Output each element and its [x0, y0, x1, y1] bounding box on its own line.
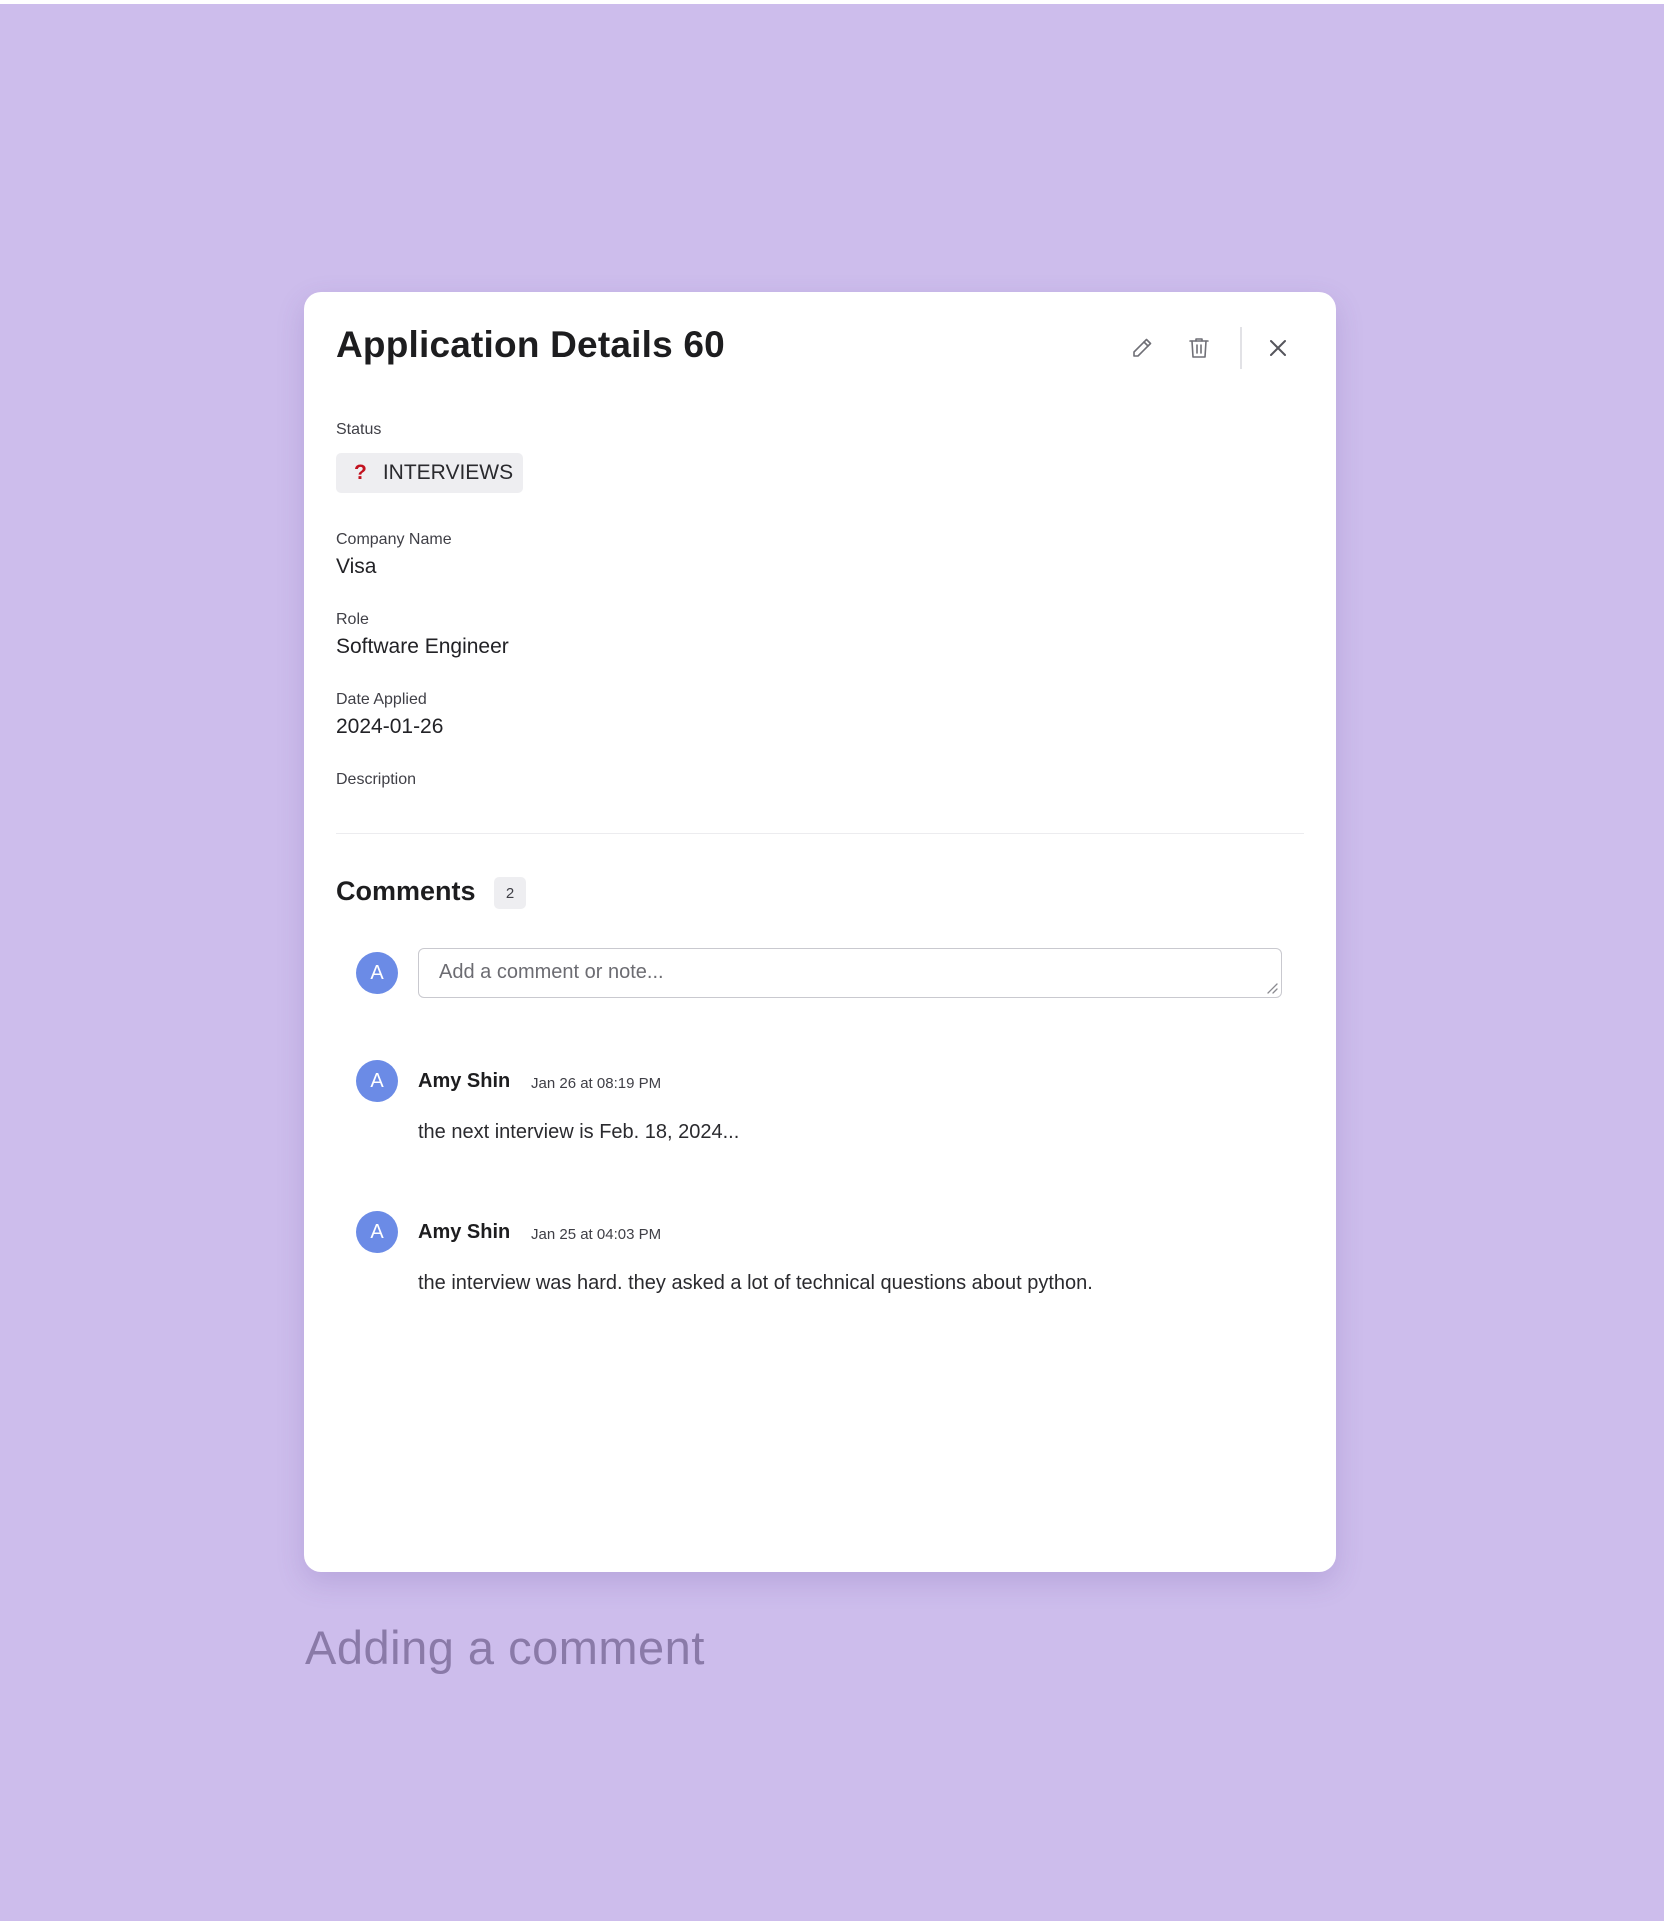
date-applied-label: Date Applied — [336, 691, 427, 708]
company-name-label: Company Name — [336, 531, 452, 548]
status-badge[interactable]: ? INTERVIEWS — [336, 453, 524, 493]
company-name-value: Visa — [336, 555, 377, 578]
top-edge-strip — [0, 0, 1664, 4]
status-value: INTERVIEWS — [382, 461, 514, 484]
description-label: Description — [336, 771, 417, 788]
role-value: Software Engineer — [336, 635, 509, 658]
comment-author: Amy Shin — [418, 1221, 511, 1243]
trash-icon — [1189, 338, 1209, 358]
avatar: A — [356, 952, 398, 994]
comment-input[interactable] — [418, 948, 1282, 998]
resize-grip-icon[interactable] — [1266, 982, 1278, 994]
question-mark-icon: ? — [354, 461, 367, 484]
comment-author: Amy Shin — [418, 1070, 511, 1092]
comment-timestamp: Jan 25 at 04:03 PM — [531, 1226, 662, 1243]
comment-text: the next interview is Feb. 18, 2024... — [418, 1121, 740, 1143]
caption: Adding a comment — [305, 1621, 705, 1674]
delete-button[interactable] — [1179, 328, 1219, 368]
action-divider — [1240, 327, 1242, 369]
date-applied-value: 2024-01-26 — [336, 715, 444, 738]
edit-button[interactable] — [1122, 328, 1162, 368]
close-button[interactable] — [1258, 328, 1298, 368]
avatar: A — [356, 1211, 398, 1253]
status-label: Status — [336, 421, 382, 438]
pencil-icon — [1133, 338, 1152, 357]
comments-title: Comments — [336, 876, 476, 906]
avatar: A — [356, 1060, 398, 1102]
comment-timestamp: Jan 26 at 08:19 PM — [531, 1075, 662, 1092]
application-details-modal: Application Details 60 Status ? INTERVIE… — [304, 292, 1336, 1572]
role-label: Role — [336, 611, 369, 628]
comments-count-badge: 2 — [494, 877, 526, 909]
modal-title: Application Details 60 — [336, 324, 725, 365]
section-divider — [336, 833, 1304, 834]
comment-text: the interview was hard. they asked a lot… — [418, 1272, 1093, 1294]
close-icon — [1270, 340, 1286, 356]
